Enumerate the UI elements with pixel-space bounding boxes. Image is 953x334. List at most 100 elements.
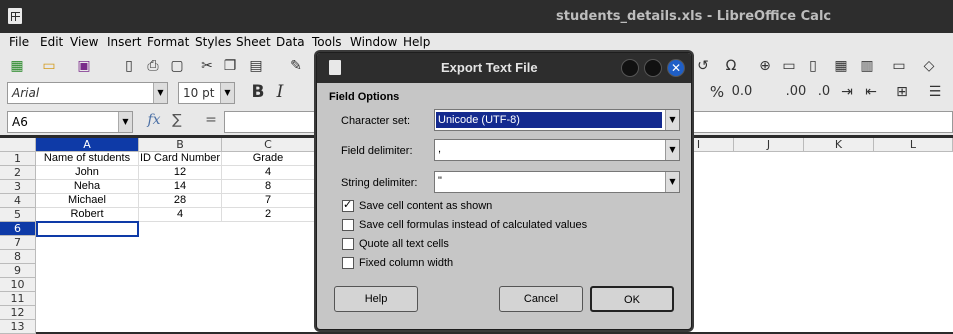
ok-button[interactable]: OK — [590, 286, 674, 312]
cell-b1[interactable]: ID Card Number — [139, 152, 222, 166]
minimize-button[interactable] — [621, 59, 639, 77]
new-icon[interactable]: ▦ — [8, 57, 26, 75]
chevron-down-icon[interactable]: ▼ — [220, 83, 234, 103]
print-icon[interactable]: ⎙ — [144, 57, 162, 75]
cell-c5[interactable]: 2 — [222, 208, 315, 222]
maximize-button[interactable] — [644, 59, 662, 77]
chevron-down-icon[interactable]: ▼ — [665, 172, 679, 192]
font-size-box[interactable]: 10 pt ▼ — [178, 82, 235, 104]
cell-a4[interactable]: Michael — [36, 194, 139, 208]
show-draw-functions-icon[interactable]: ◇ — [920, 57, 938, 75]
cell-b4[interactable]: 28 — [139, 194, 222, 208]
define-print-area-icon[interactable]: ▦ — [832, 57, 850, 75]
menu-sheet[interactable]: Sheet — [236, 35, 271, 49]
help-button[interactable]: Help — [334, 286, 418, 312]
menu-window[interactable]: Window — [350, 35, 397, 49]
row-header[interactable]: 1 — [0, 152, 36, 166]
cell-b3[interactable]: 14 — [139, 180, 222, 194]
menu-format[interactable]: Format — [147, 35, 189, 49]
headers-footers-icon[interactable]: ▯ — [804, 57, 822, 75]
charset-select[interactable]: Unicode (UTF-8) ▼ — [434, 109, 680, 131]
col-header-a[interactable]: A — [36, 138, 139, 152]
cell-b5[interactable]: 4 — [139, 208, 222, 222]
menu-insert[interactable]: Insert — [107, 35, 141, 49]
formula-icon[interactable]: = — [202, 111, 220, 129]
freeze-rows-icon[interactable]: ▥ — [858, 57, 876, 75]
row-header[interactable]: 5 — [0, 208, 36, 222]
col-header-k[interactable]: K — [804, 138, 874, 152]
string-delimiter-select[interactable]: " ▼ — [434, 171, 680, 193]
name-box[interactable]: A6 ▼ — [7, 111, 133, 133]
close-icon[interactable]: ✕ — [667, 59, 685, 77]
menu-data[interactable]: Data — [276, 35, 305, 49]
menu-edit[interactable]: Edit — [40, 35, 63, 49]
chevron-down-icon[interactable]: ▼ — [665, 140, 679, 160]
menu-view[interactable]: View — [70, 35, 98, 49]
row-header[interactable]: 8 — [0, 250, 36, 264]
export-pdf-icon[interactable]: ▯ — [120, 57, 138, 75]
special-character-icon[interactable]: Ω — [722, 57, 740, 75]
cell-c4[interactable]: 7 — [222, 194, 315, 208]
row-header[interactable]: 10 — [0, 278, 36, 292]
cell-a1[interactable]: Name of students — [36, 152, 139, 166]
corner-select-all[interactable] — [0, 138, 36, 152]
row-header[interactable]: 11 — [0, 292, 36, 306]
chevron-down-icon[interactable]: ▼ — [118, 112, 132, 132]
cut-icon[interactable]: ✂ — [198, 57, 216, 75]
menu-file[interactable]: File — [9, 35, 29, 49]
open-icon[interactable]: ▭ — [40, 57, 58, 75]
field-delimiter-select[interactable]: , ▼ — [434, 139, 680, 161]
fixed-width-checkbox[interactable] — [342, 257, 354, 269]
row-header[interactable]: 2 — [0, 166, 36, 180]
row-header[interactable]: 7 — [0, 236, 36, 250]
col-header-j[interactable]: J — [734, 138, 804, 152]
delete-decimal-icon[interactable]: .0 — [812, 83, 836, 101]
cell-a2[interactable]: John — [36, 166, 139, 180]
cancel-button[interactable]: Cancel — [499, 286, 583, 312]
percent-icon[interactable]: % — [708, 83, 726, 101]
cell-c2[interactable]: 4 — [222, 166, 315, 180]
clone-formatting-icon[interactable]: ✎ — [287, 57, 305, 75]
split-window-icon[interactable]: ▭ — [890, 57, 908, 75]
menu-tools[interactable]: Tools — [312, 35, 342, 49]
row-header[interactable]: 6 — [0, 222, 36, 236]
paste-icon[interactable]: ▤ — [247, 57, 265, 75]
comment-icon[interactable]: ▭ — [780, 57, 798, 75]
border-style-icon[interactable]: ☰ — [926, 83, 944, 101]
row-header[interactable]: 9 — [0, 264, 36, 278]
cell-b2[interactable]: 12 — [139, 166, 222, 180]
save-formulas-checkbox[interactable] — [342, 219, 354, 231]
save-icon[interactable]: ▣ — [75, 57, 93, 75]
chevron-down-icon[interactable]: ▼ — [153, 83, 167, 103]
cell-c1[interactable]: Grade — [222, 152, 315, 166]
print-preview-icon[interactable]: ▢ — [168, 57, 186, 75]
borders-icon[interactable]: ⊞ — [893, 83, 911, 101]
col-header-l[interactable]: L — [874, 138, 953, 152]
col-header-c[interactable]: C — [222, 138, 315, 152]
menu-help[interactable]: Help — [403, 35, 430, 49]
row-header[interactable]: 3 — [0, 180, 36, 194]
menu-styles[interactable]: Styles — [195, 35, 231, 49]
sum-icon[interactable]: ∑ — [168, 111, 186, 129]
hyperlink-icon[interactable]: ⊕ — [756, 57, 774, 75]
copy-icon[interactable]: ❐ — [221, 57, 239, 75]
undo-icon[interactable]: ↺ — [694, 57, 712, 75]
save-as-shown-checkbox[interactable] — [342, 198, 354, 212]
bold-icon[interactable]: B — [249, 83, 267, 101]
decrease-indent-icon[interactable]: ⇤ — [862, 83, 880, 101]
number-format-icon[interactable]: 0.0 — [730, 83, 754, 101]
dialog-title-bar[interactable]: Export Text File ✕ — [317, 53, 691, 83]
font-name-box[interactable]: Arial ▼ — [7, 82, 168, 104]
increase-indent-icon[interactable]: ⇥ — [838, 83, 856, 101]
function-wizard-icon[interactable]: fx — [145, 111, 163, 129]
italic-icon[interactable]: I — [271, 83, 289, 101]
row-header[interactable]: 4 — [0, 194, 36, 208]
row-header[interactable]: 12 — [0, 306, 36, 320]
col-header-b[interactable]: B — [139, 138, 222, 152]
chevron-down-icon[interactable]: ▼ — [665, 110, 679, 130]
cell-a3[interactable]: Neha — [36, 180, 139, 194]
cell-c3[interactable]: 8 — [222, 180, 315, 194]
cell-a5[interactable]: Robert — [36, 208, 139, 222]
quote-text-checkbox[interactable] — [342, 238, 354, 250]
add-decimal-icon[interactable]: .00 — [784, 83, 808, 101]
